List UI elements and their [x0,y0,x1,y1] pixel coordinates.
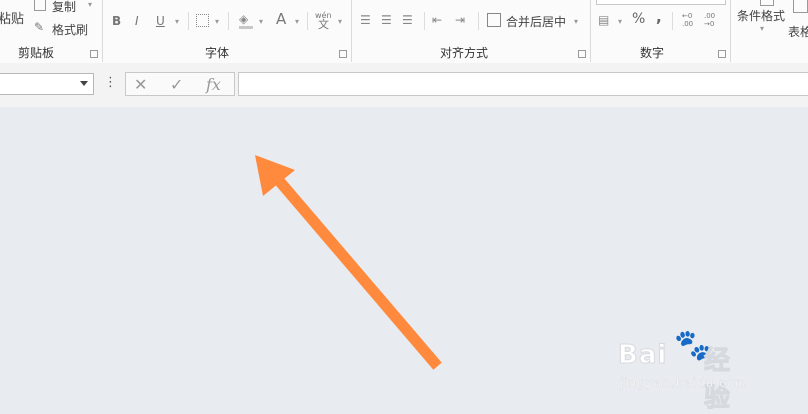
arrow-shaft [267,168,442,370]
watermark-url: jingyan.baidu.com [620,376,748,390]
watermark-brand: Bai [617,340,668,371]
